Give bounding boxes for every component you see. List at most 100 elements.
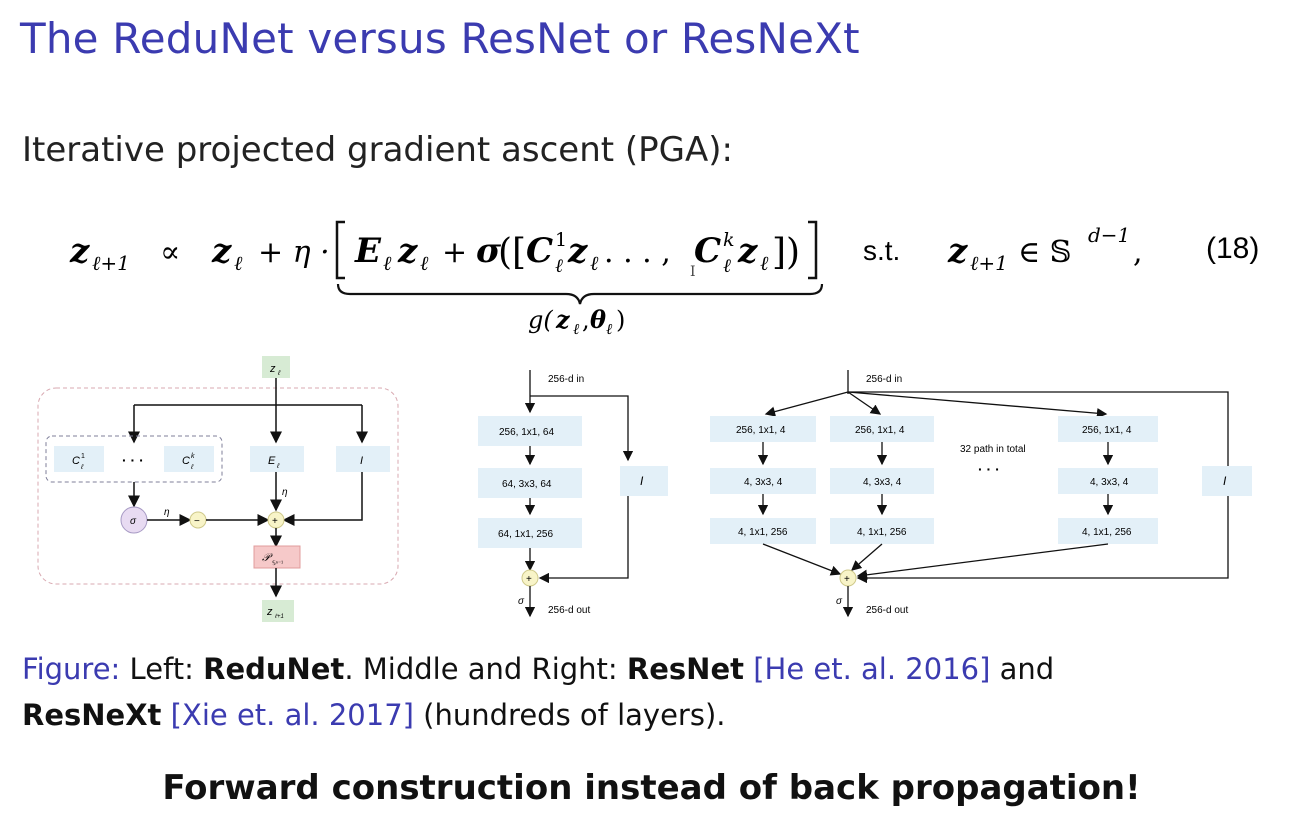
eq-C1: C <box>526 231 553 271</box>
eq-Ck: C <box>694 231 721 271</box>
eq-paren-close: ) <box>786 232 800 273</box>
eq-g-z: z <box>555 305 571 334</box>
resnet-plus-label: + <box>526 574 532 585</box>
redunet-minus-label: − <box>194 516 200 527</box>
resnet-layer-3-label: 64, 1x1, 256 <box>498 529 553 540</box>
resnext-path-note: 32 path in total <box>960 444 1026 455</box>
resnext-identity-box <box>1202 466 1252 496</box>
eq-number: (18) <box>1206 232 1259 265</box>
eq-Ck-z-sub: ℓ <box>760 251 769 275</box>
resnext-plus-label: + <box>844 574 850 585</box>
eq-z-l: z <box>211 231 232 271</box>
eq-sphere-sup: d−1 <box>1088 223 1130 247</box>
text-cursor-icon: I <box>690 264 696 280</box>
eq-left-bracket <box>335 220 345 280</box>
redunet-diagram: z ℓ C 1 ℓ · · · C k ℓ E ℓ I η σ η − + 𝒫 … <box>37 356 399 622</box>
caption-redunet: ReduNet <box>203 652 345 686</box>
resnext-p3-layer-2-label: 4, 3x3, 4 <box>1090 477 1129 488</box>
eq-lhs-z: z <box>69 231 90 271</box>
caption-and: and <box>990 652 1055 686</box>
eq-plus-eta: + η · <box>258 235 330 270</box>
redunet-eta-sigma: η <box>164 507 170 518</box>
resnext-in-label: 256-d in <box>866 374 902 385</box>
resnext-p1-layer-3-label: 4, 1x1, 256 <box>738 527 788 538</box>
eq-g-label: g( <box>528 306 553 334</box>
eq-g-comma: , <box>582 306 590 334</box>
resnext-p1-layer-2-label: 4, 3x3, 4 <box>744 477 783 488</box>
architecture-diagrams: z ℓ C 1 ℓ · · · C k ℓ E ℓ I η σ η − + 𝒫 … <box>37 356 1252 622</box>
caption-middle: . Middle and Right: <box>344 652 627 686</box>
caption-resnet: ResNet <box>626 652 744 686</box>
eq-g-theta: θ <box>590 305 606 334</box>
eq-underbrace <box>336 283 824 305</box>
eq-C1-z: z <box>567 231 588 271</box>
redunet-output-label: z <box>266 606 273 618</box>
redunet-input-node <box>262 356 290 378</box>
resnext-dots: · · · <box>978 461 1000 477</box>
resnext-out-label: 256-d out <box>866 605 908 616</box>
eq-E: E <box>354 231 382 271</box>
eq-C1-sup: 1 <box>555 229 567 251</box>
eq-in-sphere: ∈ 𝕊 <box>1018 235 1071 270</box>
eq-g-theta-sub: ℓ <box>606 320 612 338</box>
redunet-input-label: z <box>269 363 276 375</box>
resnet-layer-2-label: 64, 3x3, 64 <box>502 479 552 490</box>
redunet-E-label: E <box>268 455 276 467</box>
eq-right-bracket <box>808 220 818 280</box>
resnext-sigma: σ <box>836 596 843 607</box>
eq-sq-open: [ <box>512 232 526 273</box>
resnet-in-label: 256-d in <box>548 374 584 385</box>
caption-resnext: ResNeXt <box>22 698 162 732</box>
redunet-outer-box <box>37 387 399 585</box>
eq-z-l-sub: ℓ <box>234 251 243 275</box>
resnet-out-label: 256-d out <box>548 605 590 616</box>
eq-rhs-sub: ℓ+1 <box>970 251 1008 275</box>
eq-C1-sub: ℓ <box>555 255 563 277</box>
resnet-layer-1-label: 256, 1x1, 64 <box>499 427 554 438</box>
pga-equation: z ℓ+1 ∝ z ℓ + η · E ℓ z ℓ + σ ( [ C 1 ℓ … <box>0 200 1303 350</box>
intro-text: Iterative projected gradient ascent (PGA… <box>22 130 733 170</box>
redunet-Ck-sup: k <box>191 453 195 460</box>
redunet-I-label: I <box>360 455 363 467</box>
eq-E-sub: ℓ <box>383 251 392 275</box>
redunet-C1-label: C <box>72 455 80 467</box>
eq-E-z: z <box>397 231 418 271</box>
redunet-output-sub: ℓ+1 <box>274 613 284 620</box>
eq-C1-z-sub: ℓ <box>590 251 599 275</box>
resnet-identity-box <box>620 466 668 496</box>
resnext-p3-layer-3-label: 4, 1x1, 256 <box>1082 527 1132 538</box>
caption-left: Left: <box>120 652 204 686</box>
eq-paren-open: ( <box>498 232 512 273</box>
caption-tail: (hundreds of layers). <box>413 698 726 732</box>
redunet-sigma-label: σ <box>130 516 137 527</box>
resnext-p2-layer-3-label: 4, 1x1, 256 <box>857 527 907 538</box>
eq-comma: , <box>1133 235 1143 270</box>
resnext-p1-layer-1-label: 256, 1x1, 4 <box>736 425 786 436</box>
redunet-Ck-label: C <box>182 455 190 467</box>
eq-propto: ∝ <box>160 235 180 270</box>
redunet-projection-sub: 𝕊ⁿ⁻¹ <box>272 560 283 567</box>
redunet-eta-E: η <box>282 487 288 498</box>
redunet-plus-label: + <box>272 516 278 527</box>
eq-st: s.t. <box>863 235 900 266</box>
caption-cite-he[interactable]: [He et. al. 2016] <box>753 652 990 686</box>
resnext-p2-layer-2-label: 4, 3x3, 4 <box>863 477 902 488</box>
eq-lhs-sub: ℓ+1 <box>92 251 130 275</box>
caption-cite-xie[interactable]: [Xie et. al. 2017] <box>171 698 414 732</box>
eq-rhs-z: z <box>947 231 968 271</box>
resnext-p2-layer-1-label: 256, 1x1, 4 <box>855 425 905 436</box>
figure-caption: Figure: Left: ReduNet. Middle and Right:… <box>22 646 1282 738</box>
resnext-p3-layer-1-label: 256, 1x1, 4 <box>1082 425 1132 436</box>
eq-Ck-z: z <box>737 231 758 271</box>
eq-g-z-sub: ℓ <box>573 320 579 338</box>
eq-Ck-sup: k <box>723 229 735 251</box>
eq-dots: . . . , <box>604 235 671 270</box>
caption-figure-label: Figure: <box>22 652 121 686</box>
equation-svg: z ℓ+1 ∝ z ℓ + η · E ℓ z ℓ + σ ( [ C 1 ℓ … <box>69 220 1259 338</box>
slide-title: The ReduNet versus ResNet or ResNeXt <box>20 14 860 63</box>
resnext-diagram: 256-d in 256, 1x1, 4 4, 3x3, 4 4, 1x1, 2… <box>710 370 1252 618</box>
eq-Ck-sub: ℓ <box>723 255 731 277</box>
eq-plus: + <box>442 235 467 270</box>
eq-E-z-sub: ℓ <box>420 251 429 275</box>
resnet-sigma: σ <box>518 596 525 607</box>
